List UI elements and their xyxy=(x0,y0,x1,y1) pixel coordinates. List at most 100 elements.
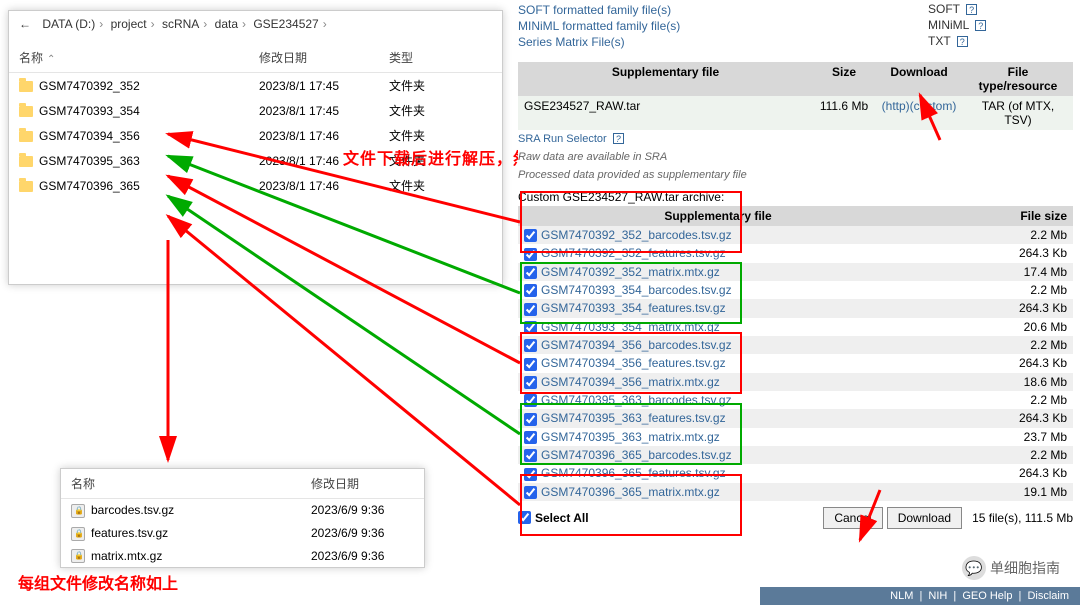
help-icon[interactable]: ? xyxy=(957,36,968,47)
note-text: Processed data provided as supplementary… xyxy=(518,166,1073,184)
link-matrix[interactable]: Series Matrix File(s) xyxy=(518,34,928,50)
file-size: 20.6 Mb xyxy=(918,318,1073,336)
file-link[interactable]: GSM7470393_354_features.tsv.gz xyxy=(541,301,726,315)
file-link[interactable]: GSM7470394_356_matrix.mtx.gz xyxy=(541,375,720,389)
table-row[interactable]: barcodes.tsv.gz2023/6/9 9:36 xyxy=(61,499,424,522)
file-size: 264.3 Kb xyxy=(918,464,1073,482)
file-checkbox[interactable] xyxy=(524,284,537,297)
help-icon[interactable]: ? xyxy=(613,133,624,144)
footer-link[interactable]: Disclaim xyxy=(1027,590,1069,602)
table-row: GSM7470395_363_matrix.mtx.gz 23.7 Mb xyxy=(518,428,1073,446)
file-explorer-detail: 名称 修改日期 barcodes.tsv.gz2023/6/9 9:36 fea… xyxy=(60,468,425,568)
file-checkbox[interactable] xyxy=(524,358,537,371)
file-size: 2.2 Mb xyxy=(918,281,1073,299)
file-link[interactable]: GSM7470392_352_barcodes.tsv.gz xyxy=(541,228,732,242)
cancel-button[interactable]: Cancel xyxy=(823,507,882,529)
file-checkbox[interactable] xyxy=(524,376,537,389)
file-link[interactable]: GSM7470396_365_matrix.mtx.gz xyxy=(541,485,720,499)
table-row: GSM7470396_365_matrix.mtx.gz 19.1 Mb xyxy=(518,483,1073,501)
file-checkbox[interactable] xyxy=(524,431,537,444)
file-size: 2.2 Mb xyxy=(918,391,1073,409)
file-link[interactable]: GSM7470396_365_barcodes.tsv.gz xyxy=(541,448,732,462)
file-checkbox[interactable] xyxy=(524,394,537,407)
file-size: 2.2 Mb xyxy=(918,226,1073,244)
table-row: GSM7470392_352_barcodes.tsv.gz 2.2 Mb xyxy=(518,226,1073,244)
breadcrumb-item[interactable]: scRNA xyxy=(162,17,199,31)
select-all-label: Select All xyxy=(535,511,589,525)
file-link[interactable]: GSM7470394_356_barcodes.tsv.gz xyxy=(541,338,732,352)
file-link[interactable]: GSM7470395_363_barcodes.tsv.gz xyxy=(541,393,732,407)
select-all-checkbox[interactable] xyxy=(518,511,531,524)
col-header: File size xyxy=(918,206,1073,226)
file-checkbox[interactable] xyxy=(524,266,537,279)
breadcrumb-item[interactable]: GSE234527 xyxy=(253,17,318,31)
back-icon[interactable]: ← xyxy=(19,17,39,37)
file-link[interactable]: GSM7470394_356_features.tsv.gz xyxy=(541,356,726,370)
file-checkbox[interactable] xyxy=(524,248,537,261)
file-checkbox[interactable] xyxy=(524,413,537,426)
file-link[interactable]: GSM7470392_352_matrix.mtx.gz xyxy=(541,265,720,279)
footer-link[interactable]: NIH xyxy=(928,590,947,602)
table-row[interactable]: features.tsv.gz 2023/6/9 9:36 xyxy=(61,522,424,545)
supp-file-row: GSE234527_RAW.tar 111.6 Mb (http)(custom… xyxy=(518,96,1073,130)
file-link[interactable]: GSM7470392_352_features.tsv.gz xyxy=(541,246,726,260)
file-checkbox[interactable] xyxy=(524,303,537,316)
footer-link[interactable]: GEO Help xyxy=(962,590,1012,602)
file-checkbox[interactable] xyxy=(524,486,537,499)
file-link[interactable]: GSM7470395_363_features.tsv.gz xyxy=(541,411,726,425)
download-http-link[interactable]: (http) xyxy=(882,99,910,113)
col-name[interactable]: 名称 xyxy=(61,469,301,499)
download-button[interactable]: Download xyxy=(887,507,962,529)
file-link[interactable]: GSM7470395_363_matrix.mtx.gz xyxy=(541,430,720,444)
file-date: 2023/6/9 9:36 xyxy=(301,522,424,545)
breadcrumb[interactable]: ← DATA (D:)› project› scRNA› data› GSE23… xyxy=(9,11,502,43)
help-icon[interactable]: ? xyxy=(975,20,986,31)
folder-icon xyxy=(19,181,33,192)
table-row[interactable]: GSM7470396_3652023/8/1 17:46文件夹 xyxy=(9,173,502,198)
archive-actions: Select All Cancel Download 15 file(s), 1… xyxy=(518,501,1073,535)
link-soft[interactable]: SOFT formatted family file(s) xyxy=(518,2,928,18)
file-link[interactable]: GSM7470396_365_features.tsv.gz xyxy=(541,466,726,480)
file-name: features.tsv.gz xyxy=(91,526,168,540)
table-row[interactable]: GSM7470392_3522023/8/1 17:45文件夹 xyxy=(9,73,502,99)
file-checkbox[interactable] xyxy=(524,321,537,334)
table-row: GSM7470396_365_barcodes.tsv.gz2.2 Mb xyxy=(518,446,1073,464)
download-custom-link[interactable]: (custom) xyxy=(910,99,957,113)
col-date[interactable]: 修改日期 xyxy=(249,43,379,73)
table-row: GSM7470395_363_features.tsv.gz264.3 Kb xyxy=(518,409,1073,427)
footer-link[interactable]: NLM xyxy=(890,590,913,602)
file-checkbox[interactable] xyxy=(524,468,537,481)
table-row[interactable]: matrix.mtx.gz2023/6/9 9:36 xyxy=(61,545,424,568)
breadcrumb-item[interactable]: DATA (D:) xyxy=(42,17,95,31)
table-row: GSM7470393_354_barcodes.tsv.gz 2.2 Mb xyxy=(518,281,1073,299)
file-date: 2023/8/1 17:45 xyxy=(249,98,379,123)
table-row[interactable]: GSM7470393_3542023/8/1 17:45文件夹 xyxy=(9,98,502,123)
breadcrumb-item[interactable]: project xyxy=(111,17,147,31)
file-checkbox[interactable] xyxy=(524,229,537,242)
file-type: 文件夹 xyxy=(379,73,502,99)
wechat-icon: 💬 xyxy=(962,556,986,580)
file-size: 19.1 Mb xyxy=(918,483,1073,501)
col-type[interactable]: 类型 xyxy=(379,43,502,73)
format-label: MINiML xyxy=(928,18,969,32)
link-miniml[interactable]: MINiML formatted family file(s) xyxy=(518,18,928,34)
file-link[interactable]: GSM7470393_354_barcodes.tsv.gz xyxy=(541,283,732,297)
col-name[interactable]: 名称 xyxy=(9,43,249,73)
col-date[interactable]: 修改日期 xyxy=(301,469,424,499)
file-type: 文件夹 xyxy=(379,173,502,198)
file-checkbox[interactable] xyxy=(524,449,537,462)
file-checkbox[interactable] xyxy=(524,339,537,352)
file-size: 18.6 Mb xyxy=(918,373,1073,391)
help-icon[interactable]: ? xyxy=(966,4,977,15)
format-label: SOFT xyxy=(928,2,960,16)
file-size: 23.7 Mb xyxy=(918,428,1073,446)
col-header: File type/resource xyxy=(963,62,1073,96)
breadcrumb-item[interactable]: data xyxy=(215,17,238,31)
file-size: 111.6 Mb xyxy=(813,96,875,130)
folder-icon xyxy=(19,106,33,117)
col-header: Supplementary file xyxy=(518,62,813,96)
sra-link[interactable]: SRA Run Selector xyxy=(518,133,607,145)
table-row: GSM7470393_354_features.tsv.gz264.3 Kb xyxy=(518,299,1073,317)
file-link[interactable]: GSM7470393_354_matrix.mtx.gz xyxy=(541,320,720,334)
file-name: GSM7470393_354 xyxy=(39,104,140,118)
